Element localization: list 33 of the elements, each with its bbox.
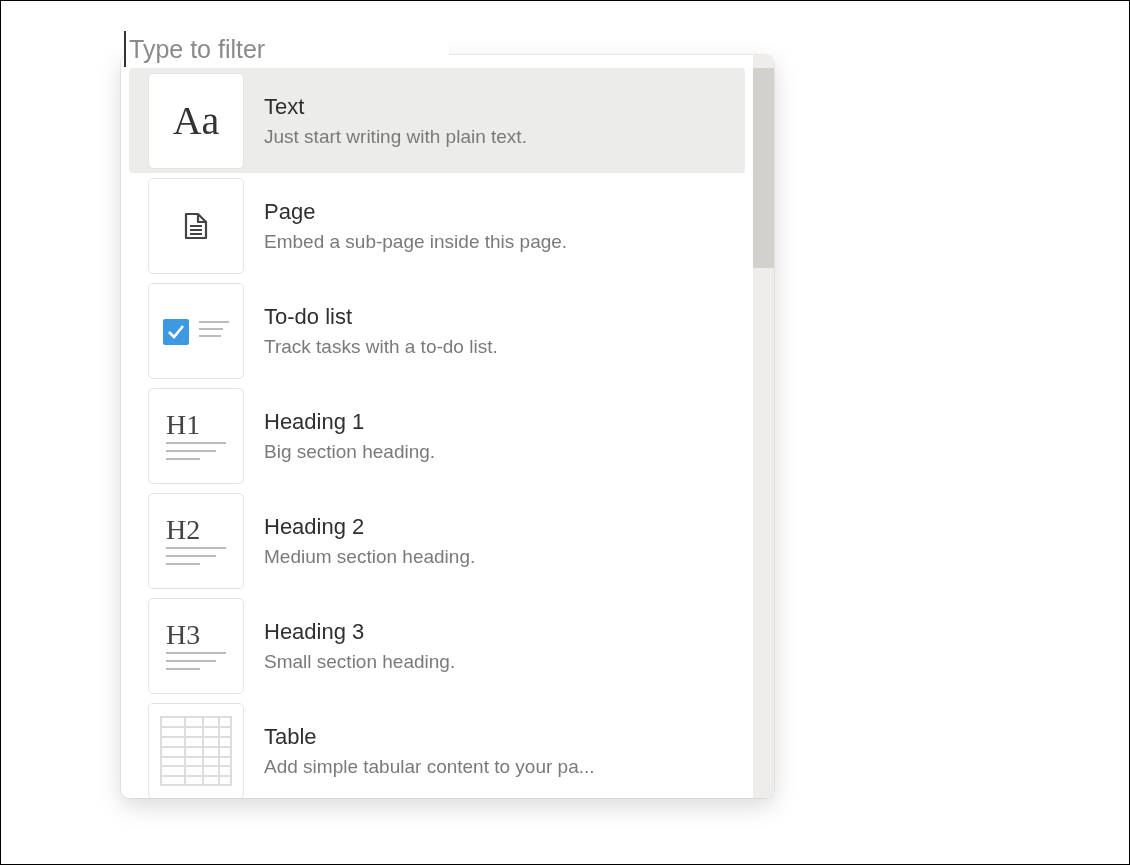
item-description: Big section heading. xyxy=(264,440,436,463)
menu-item[interactable]: Table Add simple tabular content to your pa... xyxy=(129,698,745,798)
menu-item[interactable]: H2 Heading 2 Medium section heading. xyxy=(129,488,745,593)
table-grid-icon xyxy=(160,715,232,786)
heading-glyph: H1 xyxy=(166,410,201,439)
item-title: Heading 2 xyxy=(264,513,366,540)
item-description: Medium section heading. xyxy=(264,545,476,568)
item-title: Heading 1 xyxy=(264,408,366,435)
item-description: Embed a sub-page inside this page. xyxy=(264,230,568,253)
item-description: Track tasks with a to-do list. xyxy=(264,335,498,358)
item-title: Table xyxy=(264,723,318,750)
item-description: Just start writing with plain text. xyxy=(264,125,527,148)
item-description: Add simple tabular content to your pa... xyxy=(264,755,595,778)
text-glyph: Aa xyxy=(172,97,220,144)
filter-field[interactable]: Type to filter xyxy=(124,31,449,67)
menu-item[interactable]: H1 Heading 1 Big section heading. xyxy=(129,383,745,488)
scrollbar[interactable] xyxy=(753,55,774,798)
text-lines-icon xyxy=(166,440,226,461)
text-lines-icon xyxy=(166,545,226,566)
item-title: Text xyxy=(264,93,306,120)
menu-item[interactable]: H3 Heading 3 Small section heading. xyxy=(129,593,745,698)
menu-item[interactable]: Page Embed a sub-page inside this page. xyxy=(129,173,745,278)
checkbox-list-icon xyxy=(161,316,231,345)
item-title: Heading 3 xyxy=(264,618,366,645)
item-description: Small section heading. xyxy=(264,650,456,673)
heading-glyph: H3 xyxy=(166,620,201,649)
menu-item[interactable]: To-do list Track tasks with a to-do list. xyxy=(129,278,745,383)
item-title: Page xyxy=(264,198,317,225)
heading-glyph: H2 xyxy=(166,515,201,544)
text-lines-icon xyxy=(166,650,226,671)
item-title: To-do list xyxy=(264,303,354,330)
menu-item[interactable]: Aa Text Just start writing with plain text. xyxy=(129,68,745,173)
document-icon xyxy=(184,211,208,240)
